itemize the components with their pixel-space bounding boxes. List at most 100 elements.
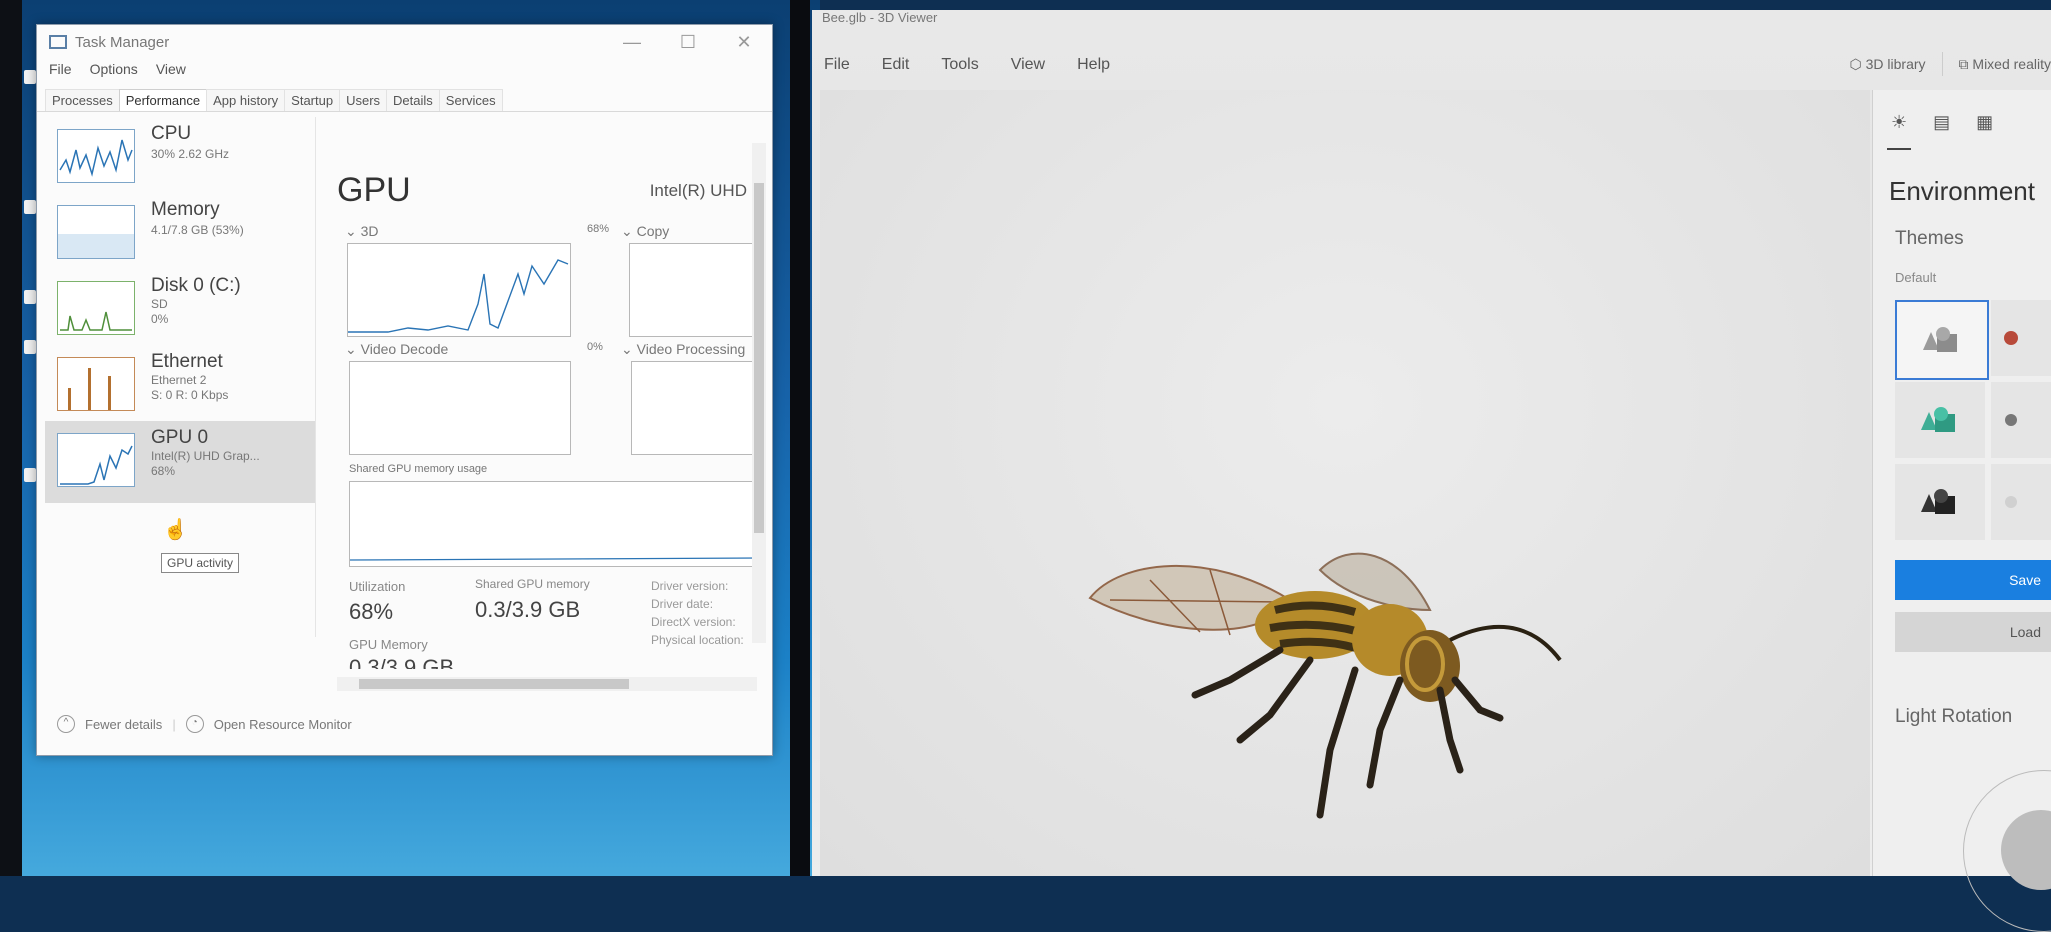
window-title: Bee.glb - 3D Viewer [822, 10, 938, 25]
shared-memory-graph-label: Shared GPU memory usage [349, 463, 488, 475]
cube-icon: ⬡ [1849, 55, 1862, 72]
light-rotation-label: Light Rotation [1895, 706, 2013, 727]
minimize-button[interactable]: — [604, 32, 660, 53]
window-title: Task Manager [75, 33, 170, 51]
tab-services[interactable]: Services [438, 89, 503, 111]
open-resource-monitor-link[interactable]: Open Resource Monitor [214, 717, 352, 732]
toolbar-right: ⬡ 3D library ⧉ Mixed reality [1849, 52, 2051, 76]
mixed-reality-button[interactable]: ⧉ Mixed reality [1959, 56, 2051, 73]
engine-label-video-processing[interactable]: ⌄ Video Processing [621, 341, 745, 358]
ethernet-graph-thumbnail [57, 357, 135, 411]
panel-heading: Environment [1889, 176, 2035, 206]
graph-shared-memory [349, 481, 761, 567]
window-gap [790, 0, 810, 876]
resource-item-ethernet[interactable]: Ethernet Ethernet 2 S: 0 R: 0 Kbps [45, 345, 315, 421]
desktop-icon[interactable] [24, 70, 36, 84]
menu-tools[interactable]: Tools [941, 56, 978, 74]
menu-file[interactable]: File [824, 56, 850, 74]
3d-library-button[interactable]: ⬡ 3D library [1849, 56, 1925, 73]
utilization-label: Utilization [349, 579, 406, 594]
vertical-scrollbar[interactable] [752, 143, 766, 643]
mouse-cursor-icon: ☝ [163, 519, 188, 541]
driver-info: Driver version: Driver date: DirectX ver… [651, 579, 744, 647]
utilization-value: 68% [349, 599, 394, 624]
grid-icon[interactable]: ▦ [1976, 112, 1993, 133]
menu-help[interactable]: Help [1077, 56, 1110, 74]
themes-label: Themes [1895, 228, 1964, 249]
environment-panel: ☀ ▤ ▦ Environment Themes Default Save Lo… [1872, 90, 2051, 932]
tab-app-history[interactable]: App history [206, 89, 286, 111]
resource-detail: Ethernet 2 S: 0 R: 0 Kbps [151, 373, 229, 402]
menu-file[interactable]: File [49, 61, 72, 83]
panel-tabs: ☀ ▤ ▦ [1891, 112, 1993, 133]
tab-bar: Processes Performance App history Startu… [37, 85, 772, 112]
theme-tile-default[interactable] [1895, 300, 1989, 380]
tab-performance[interactable]: Performance [118, 89, 208, 111]
graph-video-decode [349, 361, 571, 455]
tab-users[interactable]: Users [339, 89, 388, 111]
chevron-up-icon: ^ [57, 715, 75, 733]
desktop-icon[interactable] [24, 290, 36, 304]
close-button[interactable]: ✕ [716, 32, 772, 53]
resource-name: GPU 0 [151, 427, 209, 448]
resource-detail: 30% 2.62 GHz [151, 147, 230, 161]
load-button[interactable]: Load [1895, 612, 2051, 652]
engine-pct-video-decode: 0% [587, 341, 603, 353]
menu-view[interactable]: View [156, 61, 186, 83]
resource-item-cpu[interactable]: CPU 30% 2.62 GHz [45, 117, 315, 193]
resource-name: Ethernet [151, 351, 223, 372]
footer: ^ Fewer details | ◔ Open Resource Monito… [57, 715, 352, 733]
engine-label-3d[interactable]: ⌄ 3D [345, 223, 379, 240]
menu-options[interactable]: Options [90, 61, 138, 83]
gpu-detail-pane: GPU Intel(R) UHD ⌄ 3D 68% ⌄ Copy ⌄ Video… [337, 117, 761, 697]
tab-startup[interactable]: Startup [284, 89, 341, 111]
resource-item-gpu[interactable]: GPU 0 Intel(R) UHD Grap... 68% [45, 421, 315, 503]
shared-memory-stat-value: 0.3/3.9 GB [475, 597, 581, 622]
resource-name: Disk 0 (C:) [151, 275, 241, 296]
desktop-icon[interactable] [24, 200, 36, 214]
shared-memory-stat-label: Shared GPU memory [475, 577, 590, 591]
theme-tile-red[interactable] [1991, 300, 2051, 376]
graph-copy [629, 243, 761, 337]
resource-item-memory[interactable]: Memory 4.1/7.8 GB (53%) [45, 193, 315, 269]
fewer-details-link[interactable]: Fewer details [85, 717, 162, 732]
task-manager-icon [49, 35, 67, 49]
theme-tile-teal[interactable] [1895, 382, 1985, 458]
theme-tile-black[interactable] [1895, 464, 1985, 540]
menu-edit[interactable]: Edit [882, 56, 910, 74]
task-manager-window: Task Manager — ☐ ✕ File Options View Pro… [36, 24, 773, 756]
save-button[interactable]: Save [1895, 560, 2051, 600]
maximize-button[interactable]: ☐ [660, 32, 716, 53]
disk-graph-thumbnail [57, 281, 135, 335]
resource-name: Memory [151, 199, 220, 220]
bee-3d-model[interactable] [1080, 540, 1600, 840]
horizontal-scrollbar[interactable] [337, 677, 757, 691]
tab-processes[interactable]: Processes [45, 89, 120, 111]
stats-icon[interactable]: ▤ [1933, 112, 1950, 133]
engine-label-video-decode[interactable]: ⌄ Video Decode [345, 341, 448, 358]
resource-detail: SD 0% [151, 297, 169, 326]
screen-bezel [0, 0, 22, 876]
menu-bar: File Edit Tools View Help [824, 56, 1110, 74]
engine-pct-3d: 68% [587, 223, 610, 235]
desktop-icon[interactable] [24, 340, 36, 354]
menu-view[interactable]: View [1011, 56, 1045, 74]
resource-name: CPU [151, 123, 192, 144]
mixed-reality-icon: ⧉ [1958, 55, 1969, 72]
gpu-memory-value: 0.3/3.9 GB [349, 655, 455, 669]
theme-tile-light[interactable] [1991, 464, 2051, 540]
resource-monitor-icon: ◔ [185, 715, 204, 733]
detail-title: GPU [337, 171, 411, 209]
menu-bar: File Options View [37, 59, 772, 85]
title-bar[interactable]: Task Manager — ☐ ✕ [37, 25, 772, 59]
theme-tile-dark-small[interactable] [1991, 382, 2051, 458]
gpu-memory-label: GPU Memory [349, 637, 428, 652]
resource-detail: Intel(R) UHD Grap... 68% [151, 449, 260, 478]
tab-details[interactable]: Details [386, 89, 440, 111]
desktop-icon[interactable] [24, 468, 36, 482]
resource-item-disk[interactable]: Disk 0 (C:) SD 0% [45, 269, 315, 345]
engine-label-copy[interactable]: ⌄ Copy [621, 223, 669, 240]
memory-graph-thumbnail [57, 205, 135, 259]
cpu-graph-thumbnail [57, 129, 135, 183]
lighting-icon[interactable]: ☀ [1891, 112, 1907, 133]
